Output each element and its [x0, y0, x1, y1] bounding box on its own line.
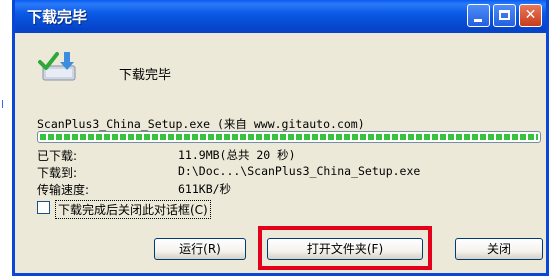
dialog-heading: 下载完毕: [119, 68, 172, 83]
run-button[interactable]: 运行(R): [154, 238, 246, 260]
download-complete-dialog: 下载完毕 ✕ 下载完毕 ScanPlus3_China_Setup.exe (来…: [12, 0, 549, 276]
background-edge: [0, 0, 12, 276]
edge-mark: [2, 100, 3, 108]
download-progress-bar: [37, 131, 541, 143]
close-window-button[interactable]: ✕: [519, 4, 542, 27]
download-to-value: D:\Doc...\ScanPlus3_China_Setup.exe: [178, 164, 421, 178]
minimize-icon: [474, 19, 482, 22]
transfer-rate-value: 611KB/秒: [178, 182, 232, 196]
close-on-complete-label[interactable]: 下载完成后关闭此对话框(C): [55, 200, 211, 219]
close-button[interactable]: 关闭: [455, 238, 543, 260]
downloaded-value: 11.9MB(总共 20 秒): [178, 148, 296, 162]
close-on-complete-checkbox[interactable]: [37, 201, 50, 214]
download-source-text: ScanPlus3_China_Setup.exe (来自 www.gitaut…: [37, 117, 365, 131]
download-complete-icon-graphic: [38, 52, 76, 81]
title-bar[interactable]: 下载完毕 ✕: [15, 0, 546, 33]
open-folder-highlight: [258, 226, 432, 270]
window-title: 下载完毕: [27, 8, 88, 26]
download-to-label: 下载到:: [37, 166, 78, 180]
progress-fill: [40, 134, 538, 140]
maximize-icon: [499, 10, 510, 20]
transfer-rate-label: 传输速度:: [37, 183, 90, 197]
download-complete-icon: [37, 50, 81, 84]
downloaded-label: 已下载:: [37, 149, 78, 163]
maximize-button[interactable]: [493, 4, 516, 27]
minimize-button[interactable]: [467, 4, 490, 27]
close-icon: ✕: [524, 7, 537, 23]
